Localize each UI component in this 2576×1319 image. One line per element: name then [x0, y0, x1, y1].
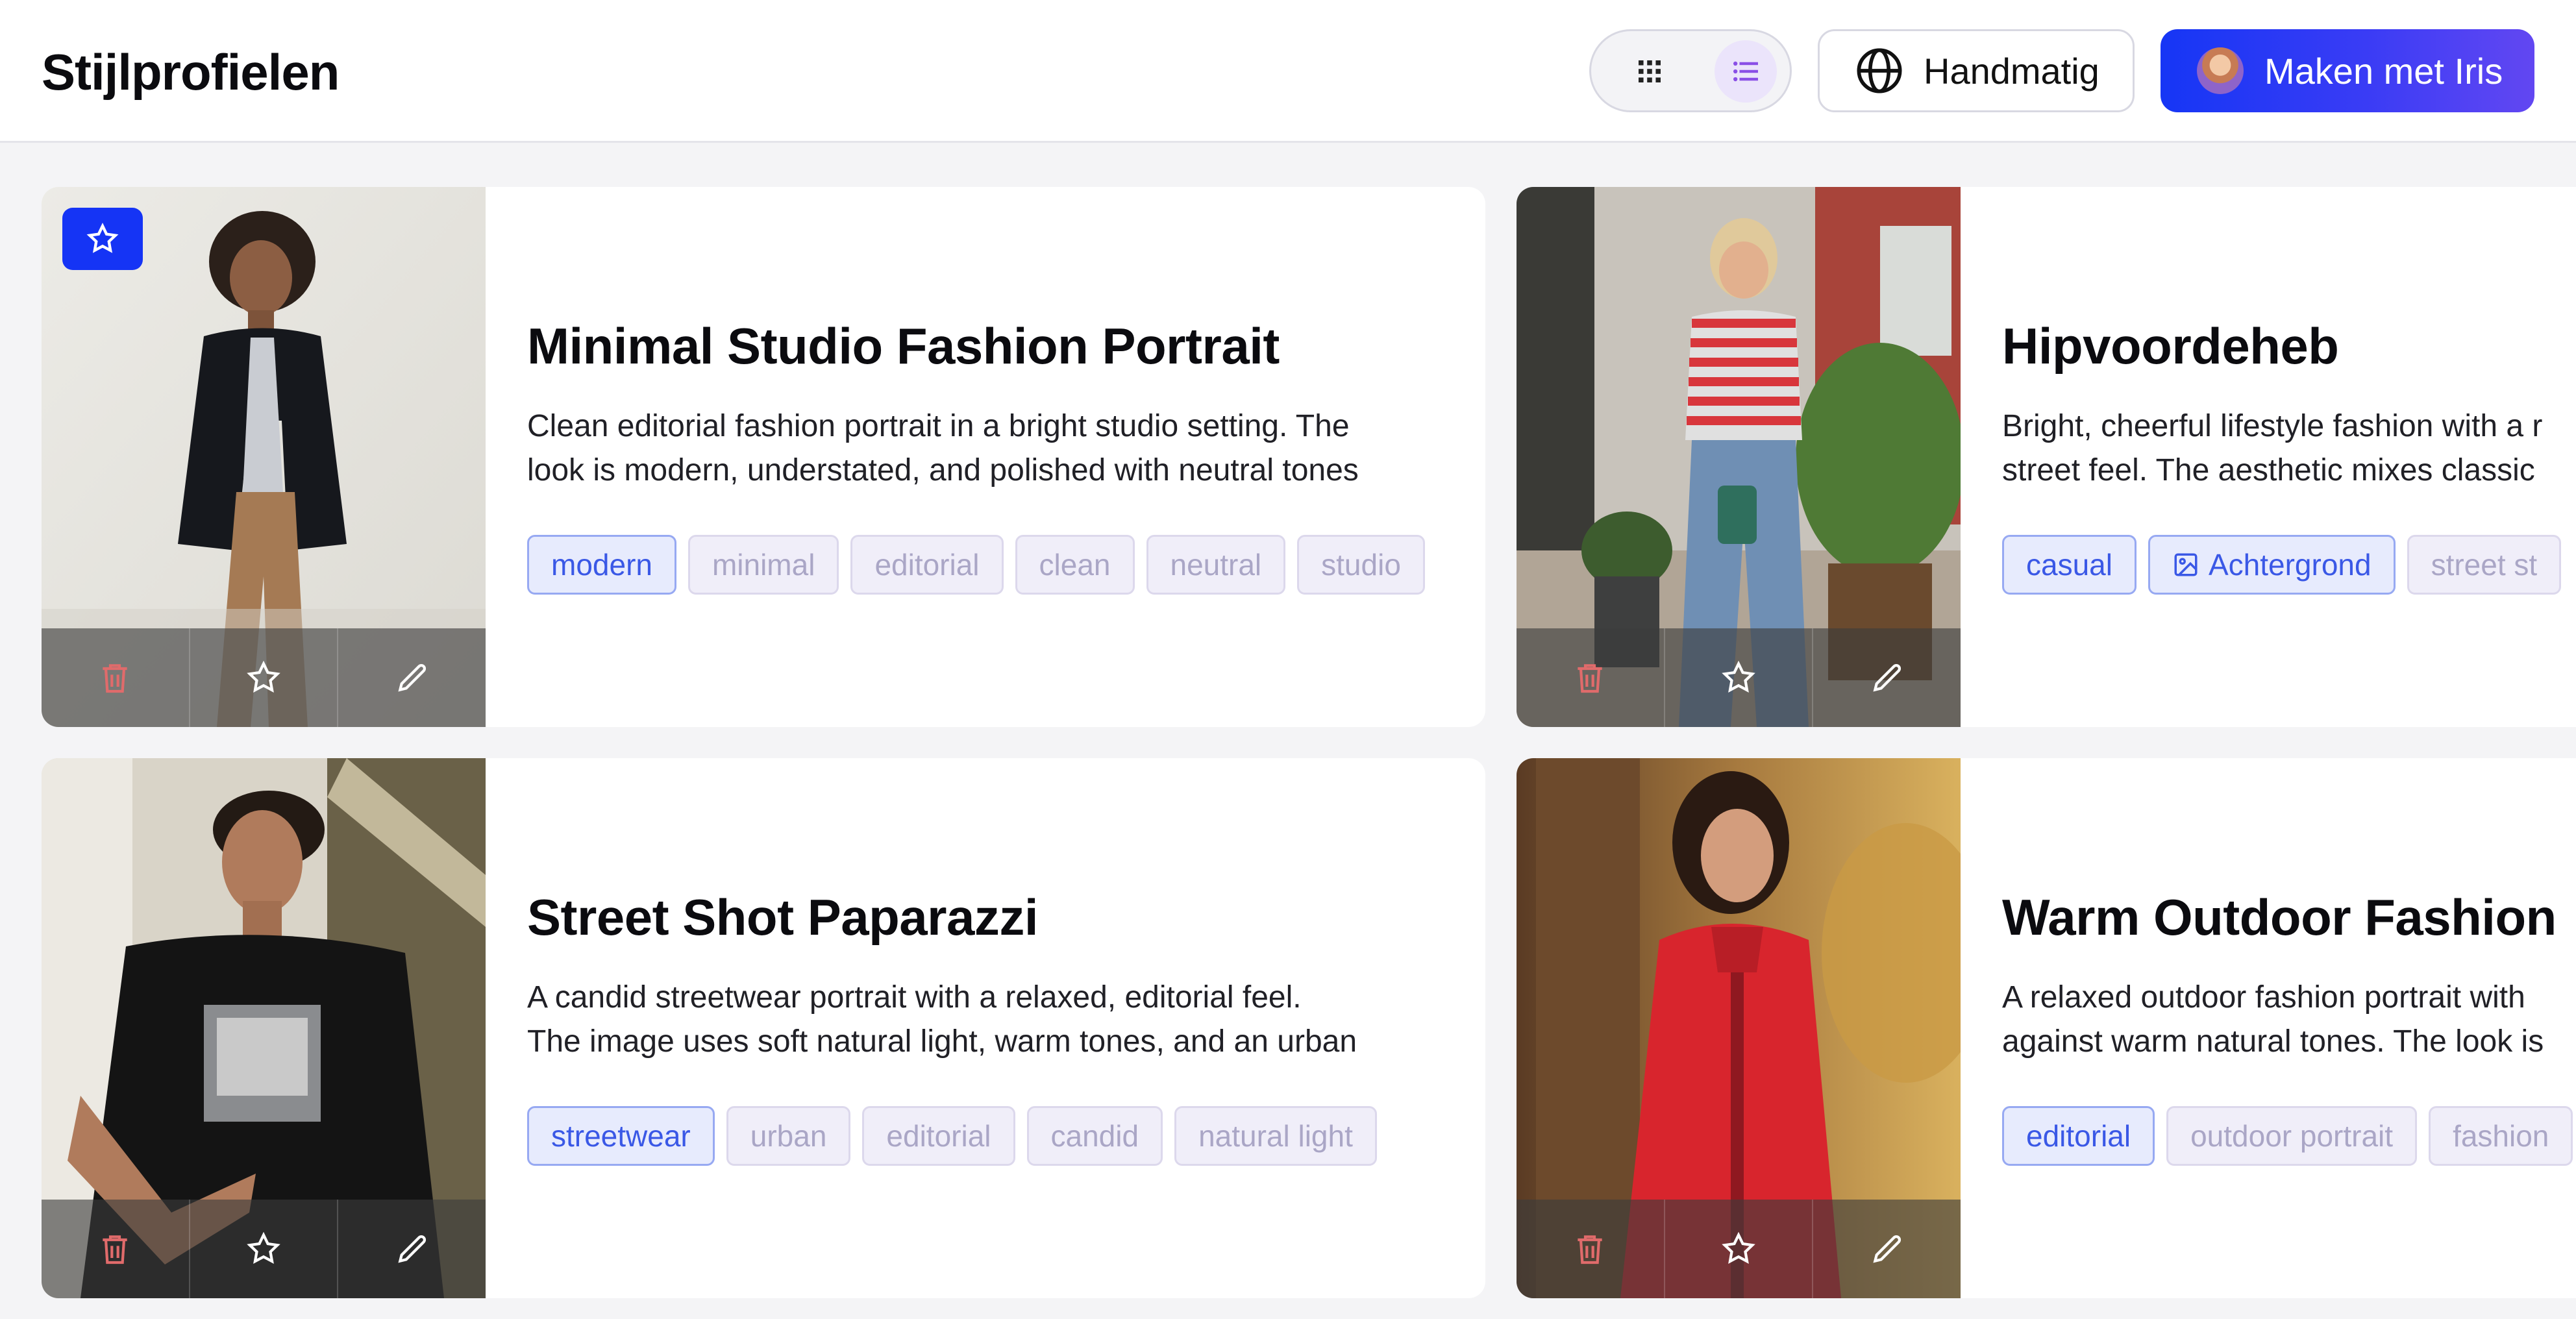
delete-button[interactable]: [1517, 1200, 1665, 1298]
tag[interactable]: urban: [726, 1106, 851, 1166]
page-title: Stijlprofielen: [42, 43, 340, 101]
tag[interactable]: streetwear: [527, 1106, 715, 1166]
tag[interactable]: neutral: [1146, 535, 1286, 595]
card-description-line: street feel. The aesthetic mixes classic: [2002, 453, 2535, 487]
star-icon: [1722, 660, 1755, 693]
favorite-button[interactable]: [190, 628, 339, 727]
trash-icon: [1578, 1235, 1602, 1264]
card-description-line: against warm natural tones. The look is: [2002, 1024, 2544, 1059]
pencil-icon: [398, 663, 426, 692]
tag[interactable]: editorial: [850, 535, 1004, 595]
favorite-button[interactable]: [190, 1200, 339, 1298]
card-body: Street Shot Paparazzi A candid streetwea…: [527, 758, 1485, 1298]
tag[interactable]: natural light: [1174, 1106, 1377, 1166]
tag[interactable]: outdoor portrait: [2166, 1106, 2418, 1166]
star-icon: [247, 660, 280, 693]
tag-list: editorial outdoor portrait fashion: [2002, 1106, 2576, 1166]
star-icon: [247, 1231, 280, 1264]
tag[interactable]: street st: [2407, 535, 2562, 595]
tag[interactable]: clean: [1015, 535, 1135, 595]
card-title: Hipvoordeheb: [2002, 317, 2339, 375]
card-thumbnail: [1517, 187, 1961, 727]
tag[interactable]: studio: [1297, 535, 1425, 595]
card-body: Warm Outdoor Fashion A relaxed outdoor f…: [2002, 758, 2576, 1298]
card-description-line: A candid streetwear portrait with a rela…: [527, 980, 1302, 1015]
style-profile-card[interactable]: Street Shot Paparazzi A candid streetwea…: [42, 758, 1485, 1298]
pencil-icon: [398, 1235, 426, 1263]
tag[interactable]: candid: [1026, 1106, 1163, 1166]
card-title: Street Shot Paparazzi: [527, 889, 1039, 946]
tag[interactable]: editorial: [2002, 1106, 2155, 1166]
top-header: Stijlprofielen Handmatig Maken met Iris: [0, 0, 2576, 143]
card-thumbnail: [42, 758, 486, 1298]
image-icon: [2174, 553, 2198, 576]
tag[interactable]: editorial: [862, 1106, 1015, 1166]
star-icon: [86, 223, 119, 253]
pencil-icon: [1873, 663, 1901, 692]
card-action-bar: [42, 1200, 486, 1298]
tag[interactable]: modern: [527, 535, 676, 595]
globe-icon: [1857, 48, 1902, 93]
card-action-bar: [1517, 1200, 1961, 1298]
card-description-line: look is modern, understated, and polishe…: [527, 453, 1359, 487]
create-with-iris-button[interactable]: Maken met Iris: [2161, 29, 2534, 112]
manual-button[interactable]: Handmatig: [1818, 29, 2135, 112]
tag-list: modern minimal editorial clean neutral s…: [527, 535, 1437, 595]
iris-button-label: Maken met Iris: [2264, 50, 2503, 92]
favorite-badge[interactable]: [62, 208, 143, 270]
iris-avatar: [2197, 47, 2244, 94]
list-view-button[interactable]: [1715, 40, 1777, 103]
card-description: Bright, cheerful lifestyle fashion with …: [2002, 404, 2576, 493]
card-description: Clean editorial fashion portrait in a br…: [527, 404, 1449, 493]
star-icon: [1722, 1231, 1755, 1264]
tag-label: Achtergrond: [2208, 548, 2372, 582]
style-profile-card[interactable]: Hipvoordeheb Bright, cheerful lifestyle …: [1517, 187, 2576, 727]
trash-icon: [1578, 664, 1602, 693]
card-title: Warm Outdoor Fashion: [2002, 889, 2557, 946]
edit-button[interactable]: [1813, 1200, 1961, 1298]
view-toggle: [1589, 29, 1792, 112]
delete-button[interactable]: [42, 628, 190, 727]
card-description-line: Clean editorial fashion portrait in a br…: [527, 409, 1350, 443]
grid-icon: [1639, 60, 1661, 82]
card-action-bar: [42, 628, 486, 727]
tag[interactable]: fashion: [2429, 1106, 2573, 1166]
style-profile-card[interactable]: Warm Outdoor Fashion A relaxed outdoor f…: [1517, 758, 2576, 1298]
favorite-button[interactable]: [1665, 628, 1814, 727]
pencil-icon: [1873, 1235, 1901, 1263]
card-thumbnail: [42, 187, 486, 727]
card-description-line: The image uses soft natural light, warm …: [527, 1024, 1357, 1059]
list-icon: [1733, 61, 1758, 82]
delete-button[interactable]: [1517, 628, 1665, 727]
manual-button-label: Handmatig: [1924, 50, 2099, 92]
card-body: Hipvoordeheb Bright, cheerful lifestyle …: [2002, 187, 2576, 727]
tag-list: streetwear urban editorial candid natura…: [527, 1106, 1389, 1166]
tag-background[interactable]: Achtergrond: [2148, 535, 2396, 595]
delete-button[interactable]: [42, 1200, 190, 1298]
card-body: Minimal Studio Fashion Portrait Clean ed…: [527, 187, 1485, 727]
grid-view-button[interactable]: [1618, 40, 1681, 103]
card-thumbnail: [1517, 758, 1961, 1298]
card-description: A candid streetwear portrait with a rela…: [527, 976, 1449, 1064]
card-action-bar: [1517, 628, 1961, 727]
edit-button[interactable]: [338, 628, 486, 727]
tag[interactable]: minimal: [687, 535, 839, 595]
favorite-button[interactable]: [1665, 1200, 1814, 1298]
tag[interactable]: casual: [2002, 535, 2136, 595]
card-title: Minimal Studio Fashion Portrait: [527, 317, 1280, 375]
card-description-line: Bright, cheerful lifestyle fashion with …: [2002, 409, 2543, 443]
card-description: A relaxed outdoor fashion portrait with …: [2002, 976, 2576, 1064]
trash-icon: [103, 664, 127, 693]
card-description-line: A relaxed outdoor fashion portrait with: [2002, 980, 2525, 1015]
style-profile-card[interactable]: Minimal Studio Fashion Portrait Clean ed…: [42, 187, 1485, 727]
trash-icon: [103, 1235, 127, 1264]
edit-button[interactable]: [338, 1200, 486, 1298]
edit-button[interactable]: [1813, 628, 1961, 727]
tag-list: casual Achtergrond street st: [2002, 535, 2573, 595]
